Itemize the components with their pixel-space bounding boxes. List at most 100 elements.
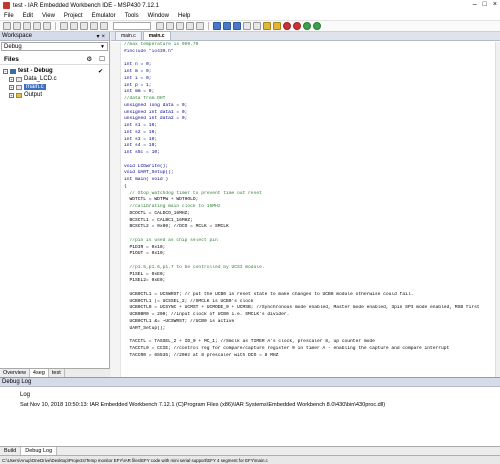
- code-line: P1SEL = 0xE0;: [124, 271, 166, 277]
- menu-window[interactable]: Window: [148, 13, 169, 19]
- bookmark-icon[interactable]: [213, 22, 221, 30]
- code-line: //data from DHT: [124, 96, 166, 101]
- copy-icon[interactable]: [70, 22, 78, 30]
- debug-log-title-bar: Debug Log: [0, 378, 500, 387]
- replace-icon[interactable]: [186, 22, 194, 30]
- code-line: WDTCTL = WDTPW + WDTHOLD;: [124, 197, 199, 203]
- menu-project[interactable]: Project: [64, 13, 83, 19]
- find-previous-icon[interactable]: [156, 22, 164, 30]
- toolbar-divider: [55, 22, 56, 30]
- maximize-icon[interactable]: □: [483, 1, 487, 8]
- find-input[interactable]: [113, 22, 151, 30]
- code-line: #include "io430.h": [124, 48, 174, 54]
- toolbar-divider: [208, 22, 209, 30]
- tab-main-c-active[interactable]: main.c: [142, 31, 171, 40]
- new-file-icon[interactable]: [3, 22, 11, 30]
- log-tabs: Build Debug Log: [0, 446, 500, 455]
- code-line: {: [124, 183, 127, 189]
- save-icon[interactable]: [23, 22, 31, 30]
- code-line: //max temperature is 999.79: [124, 42, 199, 47]
- tab-debug-log[interactable]: Debug Log: [21, 447, 58, 455]
- files-header-icons: ⚙ ☐: [86, 55, 105, 63]
- menu-view[interactable]: View: [42, 13, 55, 19]
- minimize-icon[interactable]: –: [473, 1, 477, 8]
- close-icon[interactable]: ×: [493, 1, 497, 8]
- cut-icon[interactable]: [60, 22, 68, 30]
- window-controls: – □ ×: [473, 1, 497, 8]
- expand-icon[interactable]: +: [9, 76, 14, 82]
- debug-without-download-icon[interactable]: [313, 22, 321, 30]
- code-line: void LCDwrite();: [124, 163, 169, 169]
- code-line: int main( void ): [124, 177, 169, 182]
- file-label: Data_LCD.c: [24, 76, 57, 82]
- code-line: DCOCTL = CALDCO_16MHZ;: [124, 210, 191, 216]
- code-line: int p = 1;: [124, 82, 152, 88]
- toggle-breakpoint-icon[interactable]: [293, 22, 301, 30]
- code-line: int n = 0;: [124, 62, 152, 68]
- download-and-debug-icon[interactable]: [303, 22, 311, 30]
- tab-overview[interactable]: Overview: [0, 369, 30, 377]
- find-in-files-icon[interactable]: [176, 22, 184, 30]
- code-line: unsigned int data2 = 0;: [124, 116, 188, 122]
- gear-icon[interactable]: ⚙: [86, 55, 92, 63]
- app-icon: [3, 2, 10, 9]
- tab-4seg[interactable]: 4seg: [29, 369, 49, 377]
- menu-file[interactable]: File: [4, 13, 14, 19]
- open-file-icon[interactable]: [13, 22, 21, 30]
- tree-item-output[interactable]: + Output: [0, 91, 109, 99]
- window-title: test - IAR Embedded Workbench IDE - MSP4…: [13, 2, 159, 9]
- menu-edit[interactable]: Edit: [23, 13, 33, 19]
- paste-icon[interactable]: [80, 22, 88, 30]
- stop-build-icon[interactable]: [283, 22, 291, 30]
- tab-main-c[interactable]: main.c: [115, 31, 142, 40]
- expand-icon[interactable]: +: [9, 92, 14, 98]
- navigate-forward-icon[interactable]: [253, 22, 261, 30]
- collapse-icon[interactable]: −: [3, 68, 8, 74]
- code-line: UCB0CTL1 &= ~UCSWRST; //UCB0 is active: [124, 318, 235, 324]
- close-panel-icon[interactable]: ×: [101, 34, 107, 40]
- make-icon[interactable]: [273, 22, 281, 30]
- tree-item-project[interactable]: − test - Debug ✔: [0, 67, 109, 75]
- expand-icon[interactable]: +: [9, 84, 14, 90]
- redo-icon[interactable]: [100, 22, 108, 30]
- editor-panel: main.c main.c //max temperature is 999.7…: [111, 31, 500, 377]
- code-line: BCSCTL1 = CALBC1_16MHZ;: [124, 217, 193, 223]
- code-line: UCB0CTL1 |= UCSSEL_2; //SMCLK is UCB0's …: [124, 298, 254, 304]
- menu-emulator[interactable]: Emulator: [92, 13, 116, 19]
- code-line: int mm = 0;: [124, 89, 155, 95]
- prev-bookmark-icon[interactable]: [223, 22, 231, 30]
- print-icon[interactable]: [43, 22, 51, 30]
- goto-icon[interactable]: [196, 22, 204, 30]
- next-bookmark-icon[interactable]: [233, 22, 241, 30]
- find-next-icon[interactable]: [166, 22, 174, 30]
- toolbar: [0, 21, 500, 32]
- compile-icon[interactable]: [263, 22, 271, 30]
- menu-help[interactable]: Help: [178, 13, 190, 19]
- configuration-select[interactable]: Debug ▼: [1, 42, 108, 51]
- tree-item-file-selected[interactable]: + main.c: [0, 83, 109, 91]
- tree-item-file[interactable]: + Data_LCD.c: [0, 75, 109, 83]
- editor-gutter[interactable]: [111, 42, 121, 377]
- log-column-header: Log: [20, 392, 31, 398]
- tab-build[interactable]: Build: [0, 447, 22, 455]
- code-line: int s4 = 10;: [124, 143, 158, 149]
- navigate-back-icon[interactable]: [243, 22, 251, 30]
- log-body: Log Sat Nov 10, 2018 10:50:13: IAR Embed…: [0, 388, 500, 446]
- code-area[interactable]: //max temperature is 999.79 #include "io4…: [111, 42, 500, 377]
- menu-tools[interactable]: Tools: [125, 13, 139, 19]
- status-bar: C:\Users\Anup\OneDrive\Desktop\Projects\…: [0, 455, 500, 464]
- status-path: C:\Users\Anup\OneDrive\Desktop\Projects\…: [2, 457, 268, 463]
- code-line: int s2 = 10;: [124, 129, 158, 135]
- vertical-scrollbar[interactable]: [495, 42, 500, 377]
- save-all-icon[interactable]: [33, 22, 41, 30]
- tab-test[interactable]: test: [49, 369, 65, 377]
- log-line: Sat Nov 10, 2018 10:50:13: IAR Embedded …: [20, 402, 386, 408]
- code-line: P1SEL2= 0xE0;: [124, 278, 166, 284]
- undo-icon[interactable]: [90, 22, 98, 30]
- code-line: TACCTL0 = CCIE; //control reg for compar…: [124, 345, 450, 351]
- workspace-tabs: Overview 4seg test: [0, 368, 110, 377]
- workspace-title: Workspace: [2, 33, 32, 39]
